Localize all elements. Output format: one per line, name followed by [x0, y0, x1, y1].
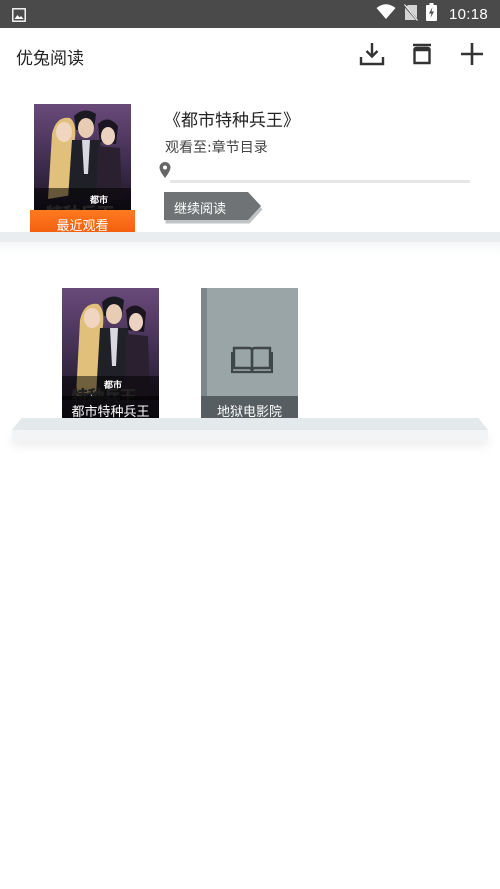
app-title: 优兔阅读 [16, 49, 84, 69]
book-spine [201, 288, 207, 396]
archive-icon [410, 42, 434, 70]
battery-charging-icon [425, 3, 437, 25]
recent-reading-card: 都市 特种兵王 最近观看 《都市特种兵王》 观看至:章节目录 继续阅读 [0, 86, 500, 238]
status-time: 10:18 [448, 5, 488, 23]
recent-book-title[interactable]: 《都市特种兵王》 [164, 106, 300, 131]
section-divider-shadow [0, 242, 500, 256]
bookshelf: 都市 特种兵王 都市特种兵王 地狱电影院 [0, 260, 500, 460]
status-bar: 10:18 [0, 0, 500, 28]
app-bar: 优兔阅读 [0, 28, 500, 86]
gallery-icon [12, 7, 26, 26]
open-book-icon [230, 342, 274, 378]
download-icon [359, 41, 385, 71]
location-pin-icon [159, 162, 171, 182]
shelf-board [12, 418, 488, 440]
shelf-book[interactable]: 都市 特种兵王 都市特种兵王 [62, 288, 159, 424]
wifi-icon [376, 4, 396, 24]
reading-progress-text: 观看至:章节目录 [165, 140, 268, 156]
reading-progress-bar [170, 180, 470, 183]
archive-button[interactable] [404, 38, 440, 74]
add-button[interactable] [454, 38, 490, 74]
recent-book-cover[interactable]: 都市 特种兵王 [34, 104, 131, 222]
shelf-book[interactable]: 地狱电影院 [201, 288, 298, 424]
no-sim-icon [403, 3, 419, 25]
download-button[interactable] [354, 38, 390, 74]
add-icon [459, 41, 485, 71]
continue-reading-label: 继续阅读 [174, 202, 227, 217]
section-divider [0, 232, 500, 242]
